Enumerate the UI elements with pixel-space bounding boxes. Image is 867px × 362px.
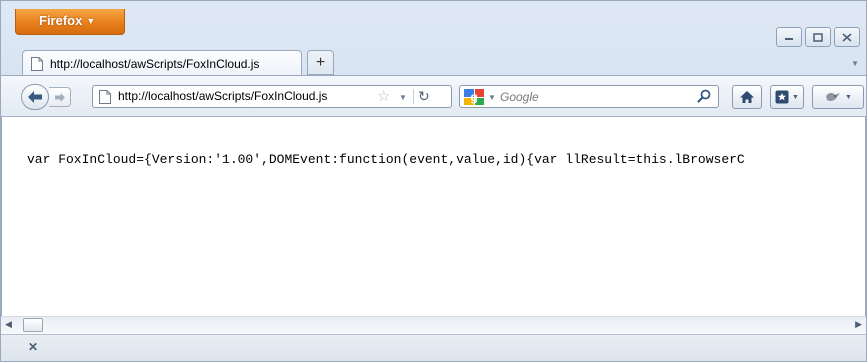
page-icon (31, 56, 43, 71)
home-icon (740, 91, 754, 103)
firefox-menu-label: Firefox (39, 13, 83, 28)
browser-window: Firefox ▼ http://localhost/awScripts/FoxI… (0, 0, 867, 362)
chevron-down-icon: ▼ (86, 16, 96, 26)
google-icon[interactable]: g (464, 89, 484, 105)
minimize-icon (785, 38, 793, 40)
search-input[interactable] (500, 86, 680, 107)
history-dropdown-icon[interactable]: ▼ (399, 93, 407, 102)
divider (413, 89, 414, 104)
navigation-toolbar: ☆ ▼ ↻ g ▼ ▼ (1, 75, 866, 117)
firefox-menu-button[interactable]: Firefox ▼ (15, 9, 125, 35)
back-arrow-icon (28, 91, 42, 103)
chevron-down-icon: ▼ (845, 93, 852, 101)
home-button[interactable] (732, 85, 762, 109)
puzzle-icon (826, 92, 841, 101)
window-controls (776, 27, 860, 49)
star-icon[interactable]: ☆ (377, 88, 390, 105)
scroll-left-icon[interactable]: ◀ (5, 319, 12, 330)
page-icon (99, 90, 111, 104)
reload-icon[interactable]: ↻ (418, 87, 430, 106)
addon-button[interactable]: ▼ (812, 85, 864, 109)
url-bar[interactable]: ☆ ▼ ↻ (92, 85, 452, 108)
new-tab-button[interactable]: + (307, 50, 334, 75)
close-icon (842, 32, 852, 42)
tab-label: http://localhost/awScripts/FoxInCloud.js (50, 56, 260, 71)
back-button[interactable] (21, 84, 49, 110)
chevron-down-icon: ▼ (792, 93, 799, 101)
forward-arrow-icon (54, 92, 65, 102)
magnifier-icon[interactable] (697, 89, 711, 103)
url-input[interactable] (118, 86, 373, 107)
search-engine-dropdown-icon[interactable]: ▼ (488, 93, 496, 102)
scrollbar-thumb[interactable] (23, 318, 43, 332)
page-content: var FoxInCloud={Version:'1.00',DOMEvent:… (1, 117, 866, 316)
close-button[interactable] (834, 27, 860, 47)
tab-foxincloud[interactable]: http://localhost/awScripts/FoxInCloud.js (22, 50, 302, 76)
search-bar[interactable]: g ▼ (459, 85, 719, 108)
horizontal-scrollbar[interactable]: ◀ ▶ (1, 316, 866, 334)
maximize-button[interactable] (805, 27, 831, 47)
forward-button[interactable] (49, 87, 71, 107)
tab-list-chevron-icon[interactable]: ▼ (851, 59, 859, 68)
script-source-text: var FoxInCloud={Version:'1.00',DOMEvent:… (27, 152, 745, 167)
addon-bar: ✕ (1, 334, 866, 361)
bookmarks-icon (775, 90, 789, 104)
minimize-button[interactable] (776, 27, 802, 47)
maximize-icon (813, 32, 823, 42)
scroll-right-icon[interactable]: ▶ (855, 319, 862, 330)
bookmarks-button[interactable]: ▼ (770, 85, 804, 109)
close-icon[interactable]: ✕ (28, 340, 38, 354)
